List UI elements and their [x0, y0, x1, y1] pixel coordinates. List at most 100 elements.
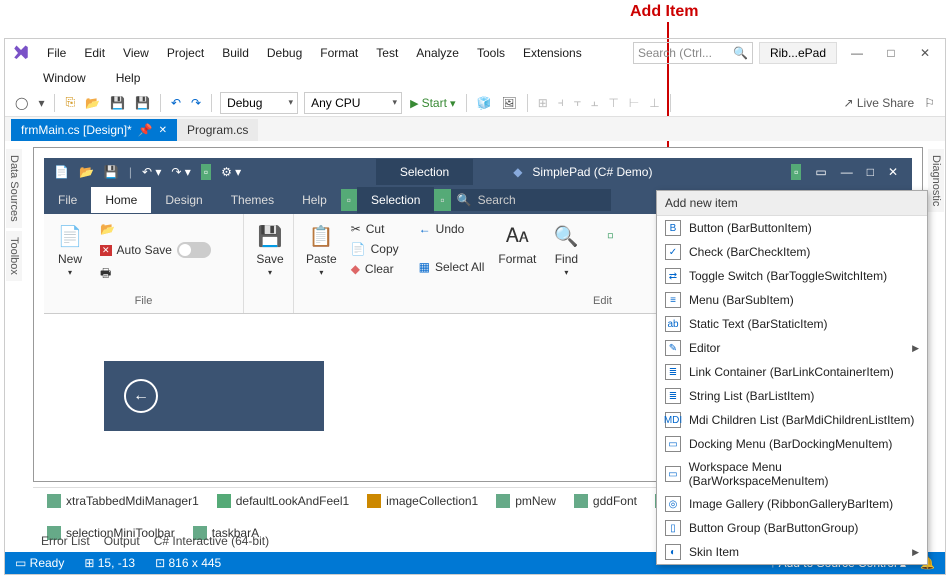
menu-project[interactable]: Project — [159, 42, 212, 64]
menu-window[interactable]: Window — [15, 67, 94, 89]
menu-build[interactable]: Build — [214, 42, 257, 64]
popup-item[interactable]: ⇄Toggle Switch (BarToggleSwitchItem) — [657, 264, 927, 288]
popup-item[interactable]: ✓Check (BarCheckItem) — [657, 240, 927, 264]
copy-button[interactable]: 📄Copy — [347, 240, 403, 258]
qat-opt-icon[interactable]: ⚙ ▾ — [221, 165, 241, 179]
config-dropdown[interactable]: Debug — [220, 92, 298, 114]
tray-item[interactable]: pmNew — [496, 494, 556, 508]
popup-item[interactable]: ≡Menu (BarSubItem) — [657, 288, 927, 312]
ribbon-tab-selection[interactable]: Selection — [357, 187, 434, 213]
popup-item[interactable]: ▯Button Group (BarButtonGroup) — [657, 516, 927, 540]
feedback-icon[interactable]: ⚐ — [922, 96, 937, 110]
close-tab-icon[interactable]: ✕ — [159, 125, 167, 136]
quick-search-input[interactable]: Search (Ctrl... 🔍 — [633, 42, 753, 64]
clear-button[interactable]: ◆Clear — [347, 260, 403, 278]
main-menubar-row2: Window Help — [5, 67, 945, 89]
tab-csharp-interactive[interactable]: C# Interactive (64-bit) — [154, 534, 269, 554]
minimize-button[interactable]: — — [843, 43, 871, 63]
popup-item[interactable]: ▭Workspace Menu (BarWorkspaceMenuItem) — [657, 456, 927, 492]
live-share-button[interactable]: ↗ Live Share — [841, 96, 916, 110]
app-min-icon[interactable]: — — [841, 165, 853, 179]
popup-item[interactable]: ≣String List (BarListItem) — [657, 384, 927, 408]
doc-tab-frmmain[interactable]: frmMain.cs [Design]* 📌 ✕ — [11, 119, 177, 141]
platform-dropdown[interactable]: Any CPU — [304, 92, 402, 114]
ribbon-tab-home[interactable]: Home — [91, 187, 151, 213]
tab-output[interactable]: Output — [104, 534, 140, 554]
ribbon-tab-file[interactable]: File — [44, 187, 91, 213]
tab-error-list[interactable]: Error List — [41, 534, 90, 554]
paste-button[interactable]: 📋Paste▾ — [300, 220, 343, 279]
start-button[interactable]: ▶ Start ▾ — [408, 96, 457, 110]
tools-icon[interactable]: 🧊 — [475, 96, 494, 110]
autosave-icon: ✕ — [100, 245, 112, 256]
save-icon[interactable]: 💾 — [108, 96, 127, 110]
ribbon-tab-design[interactable]: Design — [151, 187, 216, 213]
ribbon-tab-help[interactable]: Help — [288, 187, 341, 213]
nav-back-icon[interactable]: ◯ — [13, 96, 30, 110]
app-opt-icon[interactable]: ▭ — [815, 165, 826, 179]
menu-help[interactable]: Help — [108, 67, 149, 89]
maximize-button[interactable]: □ — [877, 43, 905, 63]
doc-tab-program[interactable]: Program.cs — [177, 119, 258, 141]
app-add-item-icon[interactable]: ▫ — [791, 164, 801, 180]
undo-button[interactable]: ←Undo — [415, 220, 489, 238]
popup-item[interactable]: BButton (BarButtonItem) — [657, 216, 927, 240]
menu-tools[interactable]: Tools — [469, 42, 513, 64]
menu-file[interactable]: File — [39, 42, 74, 64]
cut-button[interactable]: ✂Cut — [347, 220, 403, 238]
popup-item[interactable]: MDIMdi Children List (BarMdiChildrenList… — [657, 408, 927, 432]
save-all-icon[interactable]: 💾 — [133, 96, 152, 110]
qat-save-icon[interactable]: 💾 — [104, 165, 119, 179]
app-close-icon[interactable]: ✕ — [888, 165, 898, 179]
qat-undo-icon[interactable]: ↶ ▾ — [142, 165, 161, 179]
tray-item[interactable]: xtraTabbedMdiManager1 — [47, 494, 199, 508]
ribbon-add-tab2-icon[interactable]: ▫ — [434, 189, 450, 211]
menu-debug[interactable]: Debug — [259, 42, 310, 64]
menu-test[interactable]: Test — [368, 42, 406, 64]
open-button[interactable]: 📂 — [96, 220, 215, 238]
tray-item[interactable]: imageCollection1 — [367, 494, 478, 508]
save-button[interactable]: 💾Save▾ — [250, 220, 290, 279]
qat-open-icon[interactable]: 📂 — [79, 165, 94, 179]
menu-analyze[interactable]: Analyze — [408, 42, 467, 64]
menu-extensions[interactable]: Extensions — [515, 42, 590, 64]
pin-icon[interactable]: 📌 — [138, 123, 153, 137]
open-icon[interactable]: 📂 — [83, 96, 102, 110]
menu-view[interactable]: View — [115, 42, 157, 64]
ribbon-search-input[interactable]: 🔍 Search — [451, 189, 611, 211]
find-button[interactable]: 🔍Find▾ — [546, 220, 586, 279]
print-button[interactable]: 🖶 — [96, 262, 215, 287]
ribbon-add-tab-icon[interactable]: ▫ — [341, 189, 357, 211]
format-button[interactable]: 🗛Format — [492, 220, 542, 268]
popup-item[interactable]: ◐Skin Item▶ — [657, 540, 927, 564]
tray-item[interactable]: gddFont — [574, 494, 637, 508]
add-group-button[interactable]: ▫ — [590, 220, 630, 252]
back-arrow-icon[interactable]: ← — [124, 379, 158, 413]
autosave-button[interactable]: ✕Auto Save — [96, 240, 215, 260]
app-max-icon[interactable]: □ — [867, 165, 874, 179]
qat-redo-icon[interactable]: ↷ ▾ — [171, 165, 190, 179]
popup-item[interactable]: ≣Link Container (BarLinkContainerItem) — [657, 360, 927, 384]
menu-edit[interactable]: Edit — [76, 42, 113, 64]
new-icon[interactable]: ⎘ — [63, 95, 77, 110]
selectall-button[interactable]: ▦Select All — [415, 258, 489, 276]
qat-add-icon[interactable]: ▫ — [201, 164, 211, 180]
popup-item[interactable]: ✎Editor▶ — [657, 336, 927, 360]
ribbon-tab-themes[interactable]: Themes — [217, 187, 288, 213]
qat-new-icon[interactable]: 📄 — [54, 165, 69, 179]
panel-toolbox[interactable]: Toolbox — [6, 231, 22, 281]
redo-icon[interactable]: ↷ — [189, 96, 203, 110]
panel-data-sources[interactable]: Data Sources — [6, 149, 22, 228]
tray-item[interactable]: defaultLookAndFeel1 — [217, 494, 349, 508]
popup-item[interactable]: ▭Docking Menu (BarDockingMenuItem) — [657, 432, 927, 456]
tools2-icon[interactable]: 🖼 — [499, 96, 518, 110]
close-button[interactable]: ✕ — [911, 43, 939, 63]
menu-format[interactable]: Format — [312, 42, 366, 64]
autosave-toggle[interactable] — [177, 242, 211, 258]
nav-fwd-icon[interactable]: ▾ — [36, 96, 46, 110]
new-button[interactable]: 📄New▾ — [50, 220, 90, 279]
undo-icon[interactable]: ↶ — [169, 96, 183, 110]
popup-item[interactable]: ◎Image Gallery (RibbonGalleryBarItem) — [657, 492, 927, 516]
popup-item[interactable]: abStatic Text (BarStaticItem) — [657, 312, 927, 336]
panel-diagnostic[interactable]: Diagnostic — [928, 149, 944, 212]
